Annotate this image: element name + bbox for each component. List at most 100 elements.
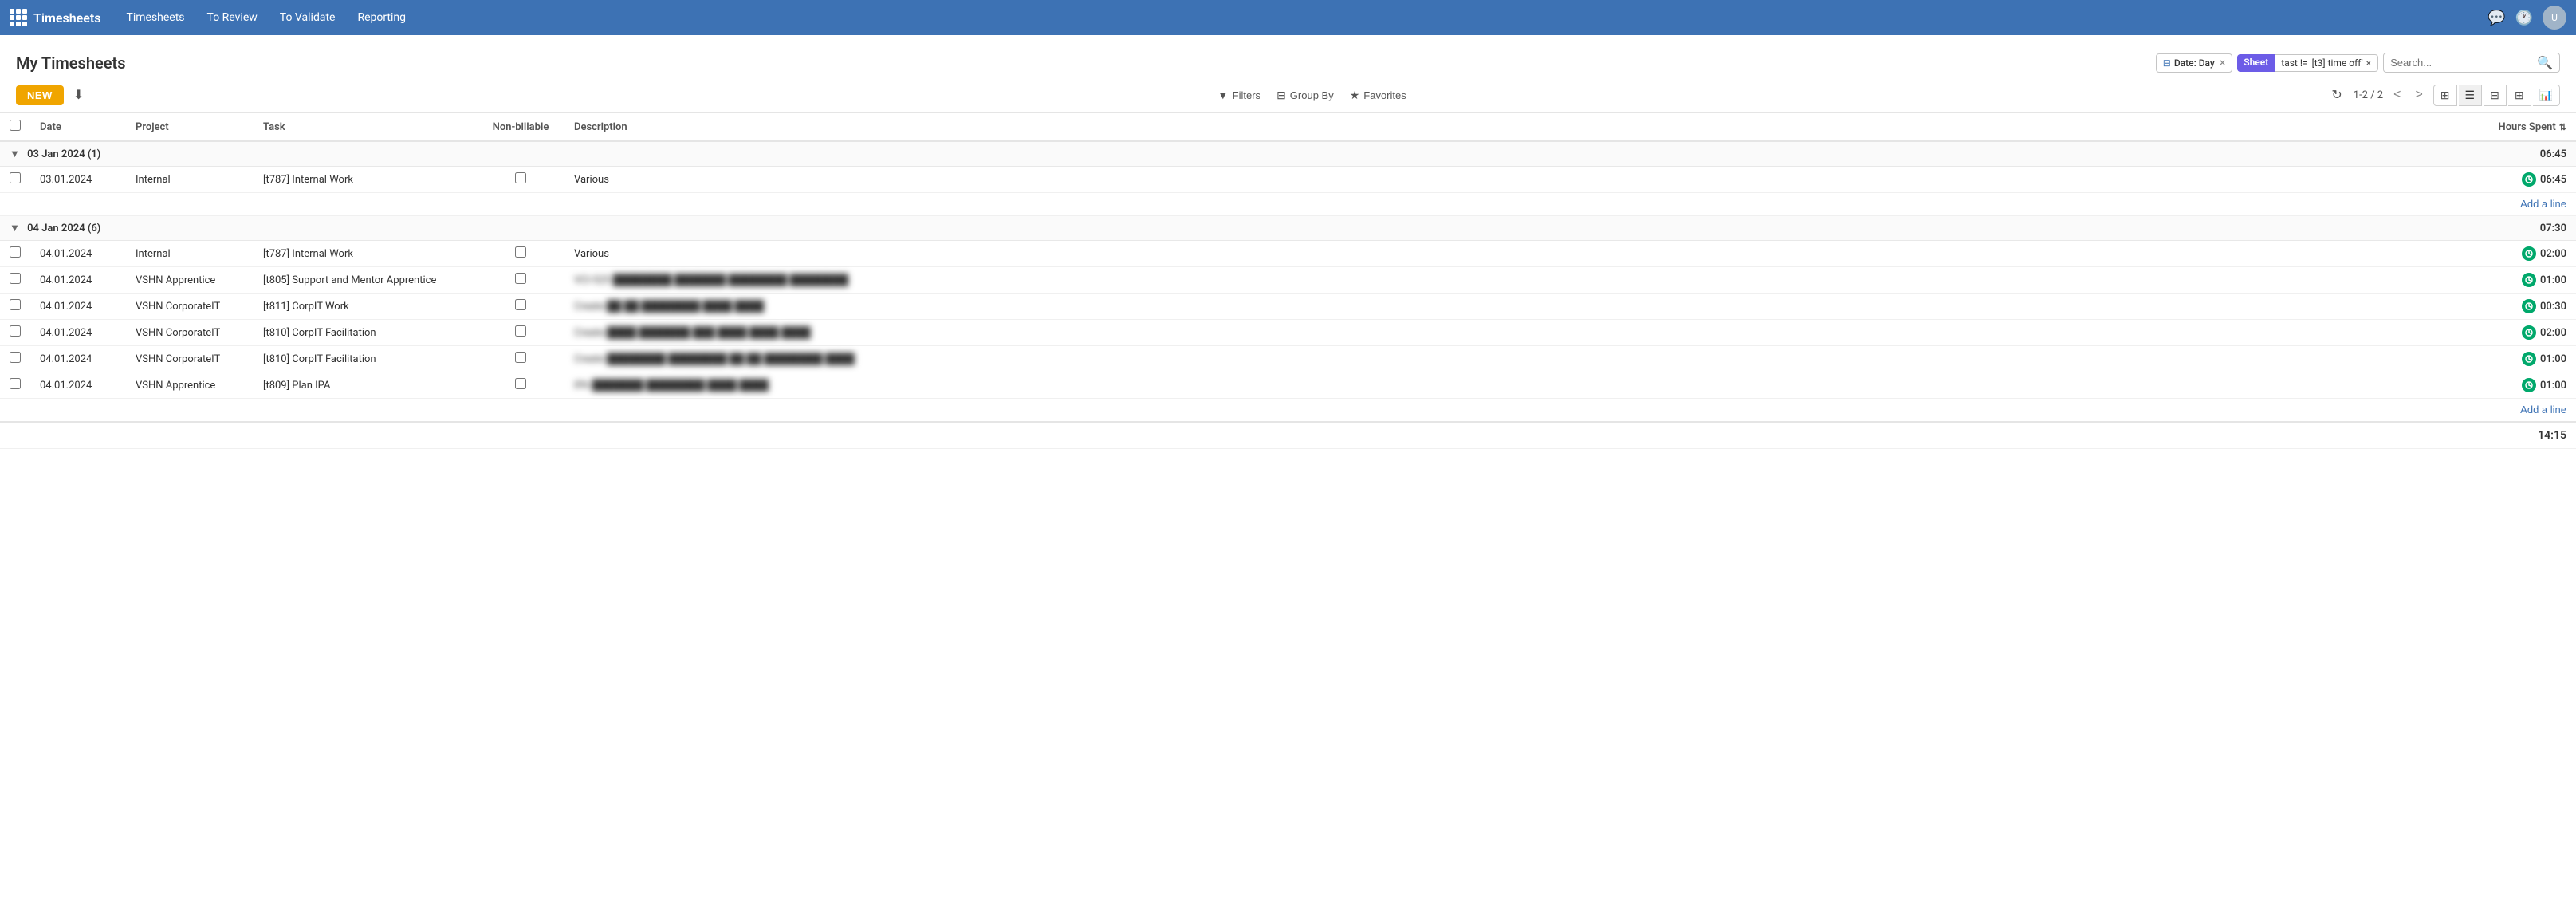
page-header: My Timesheets ⊟ Date: Day × Sheet tast !… — [0, 35, 2576, 77]
row-task: [t811] CorpIT Work — [254, 294, 477, 320]
sort-icon[interactable]: ⇅ — [2559, 122, 2566, 132]
hours-circle-icon — [2522, 299, 2536, 313]
groupby-button[interactable]: ⊟ Group By — [1270, 85, 1340, 105]
row-project: VSHN CorporateIT — [126, 294, 254, 320]
view-buttons: ⊞ ☰ ⊟ ⊞ 📊 — [2433, 85, 2560, 106]
hours-badge: 06:45 — [2522, 172, 2566, 187]
chat-icon[interactable]: 💬 — [2488, 10, 2505, 26]
download-button[interactable]: ⬇ — [69, 84, 88, 106]
row-checkbox[interactable] — [10, 246, 21, 258]
nav-reporting[interactable]: Reporting — [348, 6, 415, 29]
row-checkbox[interactable] — [10, 172, 21, 183]
search-icon[interactable]: 🔍 — [2537, 55, 2553, 70]
row-date: 04.01.2024 — [30, 294, 126, 320]
row-task: [t787] Internal Work — [254, 167, 477, 193]
pivot-view-button[interactable]: ⊞ — [2508, 85, 2531, 106]
prev-page-button[interactable]: < — [2389, 86, 2405, 104]
list-view-button[interactable]: ☰ — [2459, 85, 2483, 106]
hours-circle-icon — [2522, 172, 2536, 187]
nonbillable-checkbox[interactable] — [515, 325, 526, 337]
row-task: [t809] Plan IPA — [254, 372, 477, 399]
filter-stack-icon: ⊟ — [2163, 57, 2171, 69]
date-filter-chip[interactable]: ⊟ Date: Day × — [2156, 53, 2233, 73]
group-total-1: 06:45 — [2480, 141, 2576, 167]
app-logo[interactable]: Timesheets — [10, 9, 100, 26]
nonbillable-checkbox[interactable] — [515, 172, 526, 183]
hours-circle-icon — [2522, 352, 2536, 366]
select-all-checkbox[interactable] — [10, 120, 21, 131]
nav-to-validate[interactable]: To Validate — [270, 6, 345, 29]
search-input[interactable] — [2390, 53, 2534, 72]
th-nonbillable[interactable]: Non-billable — [477, 113, 564, 141]
new-button[interactable]: NEW — [16, 85, 64, 105]
nonbillable-checkbox[interactable] — [515, 352, 526, 363]
row-description: VCI-525 ████████ ███████ ████████ ██████… — [564, 267, 2480, 294]
row-task: [t810] CorpIT Facilitation — [254, 320, 477, 346]
sheet-filter-chip[interactable]: Sheet tast != '[t3] time off' × — [2237, 54, 2378, 72]
control-bar-left: ▼ Filters ⊟ Group By ★ Favorites — [1211, 85, 2321, 105]
sheet-filter-remove[interactable]: × — [2366, 57, 2371, 69]
chart-view-button[interactable]: 📊 — [2533, 85, 2560, 106]
group-label-2: 04 Jan 2024 (6) — [27, 223, 100, 234]
add-line-button-1[interactable]: Add a line — [2520, 198, 2566, 210]
row-date: 04.01.2024 — [30, 346, 126, 372]
nav-to-review[interactable]: To Review — [198, 6, 267, 29]
nav-timesheets[interactable]: Timesheets — [116, 6, 194, 29]
page-title: My Timesheets — [16, 53, 126, 73]
next-page-button[interactable]: > — [2411, 86, 2426, 104]
row-checkbox[interactable] — [10, 299, 21, 310]
sheet-filter-label: Sheet — [2237, 54, 2275, 72]
group-toggle-2[interactable]: ▼ — [10, 223, 20, 234]
hours-badge: 00:30 — [2522, 299, 2566, 313]
hours-badge: 02:00 — [2522, 246, 2566, 261]
add-line-button-2[interactable]: Add a line — [2520, 404, 2566, 416]
th-description[interactable]: Description — [564, 113, 2480, 141]
group-toggle-1[interactable]: ▼ — [10, 148, 20, 160]
refresh-button[interactable]: ↻ — [2326, 84, 2346, 106]
row-project: VSHN CorporateIT — [126, 346, 254, 372]
row-checkbox[interactable] — [10, 325, 21, 337]
row-project: VSHN CorporateIT — [126, 320, 254, 346]
grid-view-button[interactable]: ⊞ — [2433, 85, 2457, 106]
row-description: Create ████████ ████████ ██ ██ ████████ … — [564, 346, 2480, 372]
nonbillable-checkbox[interactable] — [515, 273, 526, 284]
row-description: Create ██ ██ ████████ ████ ████ — [564, 294, 2480, 320]
table-header-row: Date Project Task Non-billable Descripti… — [0, 113, 2576, 141]
table-row: 04.01.2024 VSHN CorporateIT [t810] CorpI… — [0, 346, 2576, 372]
th-project[interactable]: Project — [126, 113, 254, 141]
nonbillable-checkbox[interactable] — [515, 246, 526, 258]
row-checkbox[interactable] — [10, 378, 21, 389]
date-filter-remove[interactable]: × — [2220, 57, 2225, 69]
group-row-2: ▼ 04 Jan 2024 (6) 07:30 — [0, 216, 2576, 241]
row-project: Internal — [126, 167, 254, 193]
row-date: 04.01.2024 — [30, 241, 126, 267]
th-hours[interactable]: Hours Spent ⇅ — [2480, 113, 2576, 141]
clock-icon[interactable]: 🕐 — [2515, 10, 2533, 26]
row-date: 04.01.2024 — [30, 267, 126, 294]
star-icon: ★ — [1350, 89, 1360, 102]
hours-badge: 01:00 — [2522, 352, 2566, 366]
user-avatar[interactable]: U — [2543, 6, 2566, 30]
table-row: 04.01.2024 VSHN CorporateIT [t810] CorpI… — [0, 320, 2576, 346]
row-description: IPA ███████ ████████ ████ ████ — [564, 372, 2480, 399]
toolbar: NEW ⬇ ▼ Filters ⊟ Group By ★ Favorites ↻… — [0, 77, 2576, 113]
row-project: VSHN Apprentice — [126, 267, 254, 294]
th-task[interactable]: Task — [254, 113, 477, 141]
favorites-button[interactable]: ★ Favorites — [1343, 85, 1413, 105]
hours-circle-icon — [2522, 273, 2536, 287]
date-filter-label: Date: Day — [2174, 57, 2215, 69]
app-name: Timesheets — [33, 10, 100, 26]
nonbillable-checkbox[interactable] — [515, 299, 526, 310]
control-bar-right: ↻ 1-2 / 2 < > ⊞ ☰ ⊟ ⊞ 📊 — [2326, 84, 2560, 106]
add-line-row-1: Add a line — [0, 193, 2576, 216]
kanban-view-button[interactable]: ⊟ — [2484, 85, 2507, 106]
nonbillable-checkbox[interactable] — [515, 378, 526, 389]
filters-button[interactable]: ▼ Filters — [1211, 85, 1267, 104]
row-checkbox[interactable] — [10, 273, 21, 284]
row-checkbox[interactable] — [10, 352, 21, 363]
row-task: [t787] Internal Work — [254, 241, 477, 267]
th-date[interactable]: Date — [30, 113, 126, 141]
table-row: 04.01.2024 VSHN CorporateIT [t811] CorpI… — [0, 294, 2576, 320]
table-row: 04.01.2024 Internal [t787] Internal Work… — [0, 241, 2576, 267]
timesheet-table-container: Date Project Task Non-billable Descripti… — [0, 113, 2576, 449]
